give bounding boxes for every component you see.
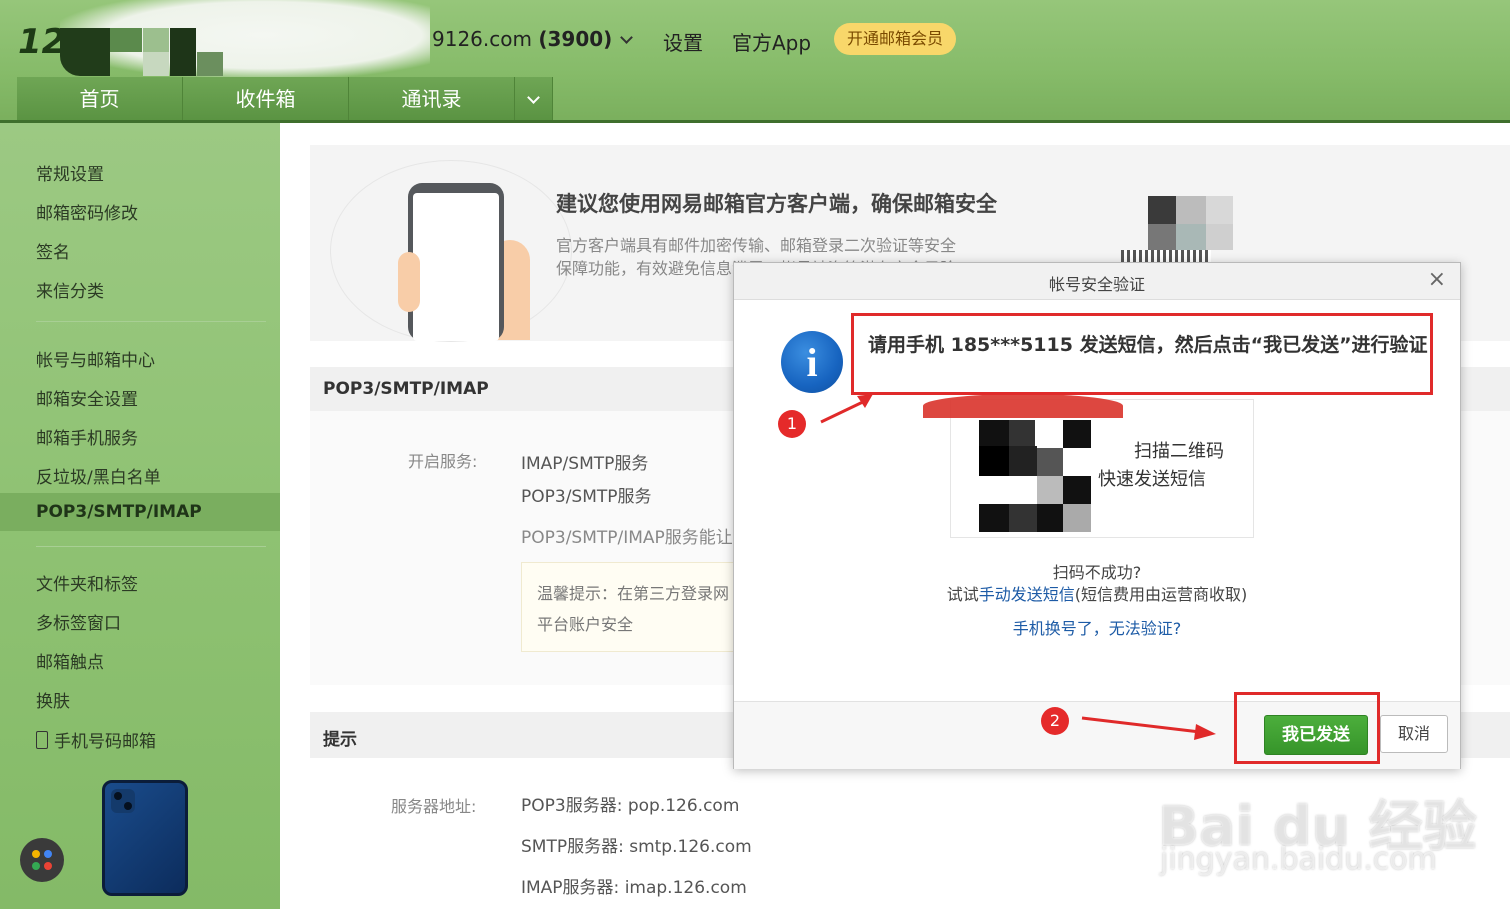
- sidebar-item-mobile-service[interactable]: 邮箱手机服务: [36, 424, 138, 449]
- qr-code: [979, 420, 1091, 535]
- promo-title: 建议您使用网易邮箱官方客户端，确保邮箱安全: [556, 192, 997, 216]
- service-description: POP3/SMTP/IMAP服务能让: [521, 528, 733, 548]
- qr-instruction: 快速发送短信: [1098, 469, 1206, 490]
- dialog-header: 帐号安全验证 ×: [734, 263, 1460, 300]
- close-icon[interactable]: ×: [1428, 267, 1446, 293]
- chevron-down-icon: [527, 91, 540, 104]
- phone-icon: [36, 731, 48, 749]
- unread-count: (3900): [538, 27, 613, 51]
- camera-icon: [111, 789, 135, 813]
- sidebar-item-label: 手机号码邮箱: [54, 732, 156, 752]
- marker-arc: [923, 394, 1123, 418]
- sidebar-item-account-center[interactable]: 帐号与邮箱中心: [36, 346, 155, 371]
- pop3-section-title: POP3/SMTP/IMAP: [323, 379, 489, 399]
- promo-description: 官方客户端具有邮件加密传输、邮箱登录二次验证等安全: [556, 236, 957, 255]
- pixelated-block: [60, 28, 110, 76]
- pixelated-block: [143, 28, 169, 52]
- imap-server: IMAP服务器: imap.126.com: [521, 878, 747, 898]
- sidebar-item-multitab[interactable]: 多标签窗口: [36, 609, 121, 634]
- sidebar-item-skin[interactable]: 换肤: [36, 687, 70, 712]
- sidebar-divider: [36, 546, 266, 547]
- info-icon: i: [781, 331, 843, 393]
- pixelated-block: [143, 52, 169, 76]
- sidebar-item-password[interactable]: 邮箱密码修改: [36, 199, 138, 224]
- sidebar-item-antispam[interactable]: 反垃圾/黑白名单: [36, 463, 161, 488]
- pixelated-block: [197, 52, 223, 76]
- logo: 12: [18, 22, 66, 62]
- account-dropdown[interactable]: 9126.com (3900): [432, 27, 634, 51]
- annotation-box-message: [851, 313, 1433, 395]
- scan-fail-text: 扫码不成功?: [1052, 563, 1142, 582]
- sms-fee-note: (短信费用由运营商收取): [1074, 585, 1248, 604]
- manual-sms-line: 试试手动发送短信(短信费用由运营商收取): [734, 581, 1460, 605]
- server-address-label: 服务器地址:: [391, 797, 477, 816]
- vip-button[interactable]: 开通邮箱会员: [834, 23, 957, 55]
- annotation-badge: 1: [778, 410, 806, 438]
- cancel-button[interactable]: 取消: [1380, 715, 1448, 753]
- account-email: 9126.com: [432, 27, 532, 51]
- tab-contacts[interactable]: 通讯录: [349, 77, 515, 121]
- imap-service-item: IMAP/SMTP服务: [521, 454, 649, 474]
- tabs-more-button[interactable]: [515, 77, 553, 121]
- tip-text: 平台账户安全: [537, 615, 634, 634]
- chevron-down-icon: [620, 31, 634, 44]
- tab-inbox[interactable]: 收件箱: [183, 77, 349, 121]
- official-app-link[interactable]: 官方App: [732, 27, 811, 56]
- tip-text: 温馨提示：在第三方登录网: [537, 584, 730, 603]
- promo-qr-code: [1121, 196, 1233, 262]
- info-glyph: i: [806, 340, 818, 385]
- sidebar-item-folders[interactable]: 文件夹和标签: [36, 570, 138, 595]
- settings-link[interactable]: 设置: [663, 27, 703, 56]
- promo-phone-illustration: [408, 183, 504, 341]
- sidebar-item-signature[interactable]: 签名: [36, 238, 70, 263]
- annotation-badge: 2: [1041, 707, 1069, 735]
- pop3-service-item: POP3/SMTP服务: [521, 487, 652, 507]
- annotation-box-button: [1234, 692, 1380, 764]
- sidebar-item-general[interactable]: 常规设置: [36, 160, 104, 185]
- sidebar-item-security[interactable]: 邮箱安全设置: [36, 385, 138, 410]
- pixelated-block: [170, 28, 196, 76]
- iphone-ad-image[interactable]: [102, 780, 188, 896]
- phone-changed-link[interactable]: 手机换号了，无法验证?: [734, 615, 1460, 639]
- smtp-server: SMTP服务器: smtp.126.com: [521, 837, 752, 857]
- dialog-title: 帐号安全验证: [1048, 275, 1145, 294]
- manual-send-sms-link[interactable]: 手动发送短信: [979, 585, 1075, 604]
- enable-service-label: 开启服务:: [408, 452, 478, 471]
- pixelated-block: [110, 28, 142, 52]
- sidebar-item-phone-mail[interactable]: 手机号码邮箱: [36, 727, 156, 752]
- apps-icon[interactable]: [20, 838, 64, 882]
- hand-illustration: [398, 252, 420, 312]
- annotation-arrow: [1081, 716, 1216, 740]
- sidebar-divider: [36, 321, 266, 322]
- sidebar-item-touchpoint[interactable]: 邮箱触点: [36, 648, 104, 673]
- top-header: 12 9126.com (3900) 设置 官方App 开通邮箱会员 首页 收件…: [0, 0, 1510, 123]
- baidu-watermark-url: jingyan.baidu.com: [1160, 842, 1437, 877]
- sidebar-item-pop3[interactable]: POP3/SMTP/IMAP: [0, 493, 280, 531]
- hint-section-title: 提示: [323, 730, 357, 750]
- annotation-arrow: [820, 394, 873, 424]
- manual-prefix: 试试: [946, 585, 979, 604]
- main-tabs: 首页 收件箱 通讯录: [17, 77, 553, 121]
- pop3-server: POP3服务器: pop.126.com: [521, 796, 740, 816]
- qr-instruction: 扫描二维码: [1134, 441, 1224, 462]
- tab-home[interactable]: 首页: [17, 77, 183, 121]
- sidebar-item-filters[interactable]: 来信分类: [36, 277, 104, 302]
